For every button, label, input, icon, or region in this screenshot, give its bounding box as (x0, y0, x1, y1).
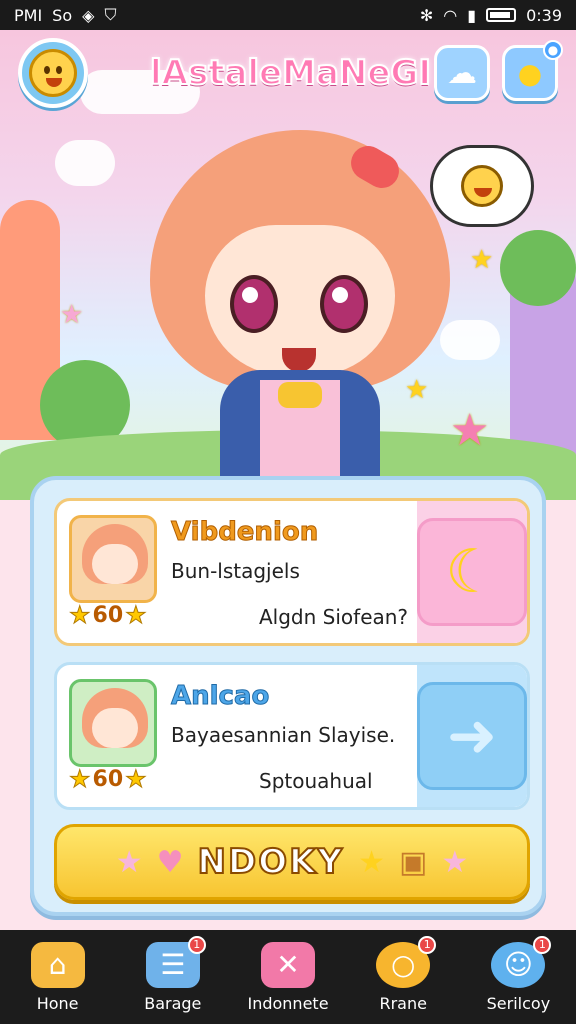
card-status: Algdn Siofean? (259, 605, 409, 629)
nav-label: Serilcoy (486, 993, 551, 1013)
card-action-area: ➜ (417, 665, 527, 807)
arrow-right-icon: ➜ (446, 701, 498, 771)
moon-button[interactable]: ☾ (417, 518, 527, 626)
close-box-icon: ✕ (261, 941, 315, 988)
card-subtitle: Bun-lstagjels (171, 559, 300, 583)
character-eye-right (320, 275, 368, 333)
character-list-panel: Vibdenion Bun-lstagjels Algdn Siofean? ★… (30, 476, 546, 916)
card-status: Sptouahual (259, 769, 373, 793)
nav-item-barage[interactable]: ☰ 1 Barage (115, 930, 230, 1024)
carrier-label: PMI (14, 5, 43, 25)
nav-item-home[interactable]: ⌂ Hone (0, 930, 115, 1024)
nav-badge: 1 (418, 935, 437, 954)
nav-badge: 1 (533, 935, 552, 954)
arrow-button[interactable]: ➜ (417, 682, 527, 790)
nav-label: Barage (144, 993, 202, 1013)
bluetooth-icon: ✻ (419, 5, 434, 25)
character-card[interactable]: Vibdenion Bun-lstagjels Algdn Siofean? ★… (54, 498, 530, 646)
bottom-navigation: ⌂ Hone ☰ 1 Barage ✕ Indonnete ○ 1 Rrane ☺ 1… (0, 930, 576, 1024)
inbox-icon: ☰ 1 (145, 935, 206, 988)
card-name: Anlcao (171, 681, 270, 712)
nav-label: Rrane (379, 993, 427, 1013)
app-title: lAstaleMaNeGI (149, 52, 432, 94)
notification-icon: ◈ (82, 5, 95, 25)
clock: 0:39 (526, 5, 562, 25)
wink-face-icon (29, 49, 77, 97)
barrel-icon: ▣ (399, 844, 428, 880)
nav-label: Indonnete (247, 993, 329, 1013)
status-bar: PMI So ◈ ⛉ ✻ ◠ ▮ 0:39 (0, 0, 576, 30)
chick-icon: ● (517, 56, 543, 90)
level-value: 60 (92, 602, 124, 628)
home-icon: ⌂ (30, 941, 85, 988)
heart-icon: ♥ (156, 844, 184, 880)
nav-label: Hone (36, 993, 79, 1013)
card-avatar (69, 679, 157, 767)
wifi-icon: ◠ (443, 5, 458, 25)
ghost-icon: ☁ (447, 55, 477, 91)
nav-item-serilcoy[interactable]: ☺ 1 Serilcoy (461, 930, 576, 1024)
character-bowtie (278, 382, 322, 408)
nav-badge: 1 (187, 935, 206, 954)
level-badge: ★ 60 ★ (69, 601, 148, 630)
moon-icon: ☾ (445, 537, 499, 607)
star-icon: ★ (69, 765, 91, 794)
star-icon: ★ (60, 300, 84, 330)
profile-button[interactable] (18, 38, 88, 108)
character-eye-left (230, 275, 278, 333)
smiley-icon: ☺ 1 (491, 935, 552, 988)
card-action-area: ☾ (417, 501, 527, 643)
card-avatar (69, 515, 157, 603)
level-badge: ★ 60 ★ (69, 765, 148, 794)
main-action-button[interactable]: ★ ♥ NDOKY ★ ▣ ★ (54, 824, 530, 900)
battery-icon (486, 8, 517, 22)
signal-icon: ▮ (467, 5, 477, 25)
speech-bubble[interactable] (430, 145, 534, 227)
shield-icon: ⛉ (104, 5, 117, 24)
card-name: Vibdenion (171, 517, 319, 548)
star-icon: ★ (441, 844, 469, 880)
star-icon: ★ (69, 601, 91, 630)
star-icon: ★ (470, 245, 494, 275)
cloud-face (55, 140, 115, 186)
happy-face-icon (461, 165, 503, 207)
tree (500, 230, 576, 306)
card-subtitle: Bayaesannian Slayise. (171, 723, 396, 747)
star-icon: ★ (125, 601, 147, 630)
main-action-label: NDOKY (197, 841, 345, 883)
nav-item-rrane[interactable]: ○ 1 Rrane (346, 930, 461, 1024)
pet-button[interactable]: ● ● (502, 40, 563, 101)
nav-item-indonnete[interactable]: ✕ Indonnete (230, 930, 345, 1024)
level-value: 60 (92, 766, 124, 792)
star-icon: ★ (450, 405, 490, 456)
star-icon: ★ (358, 844, 385, 880)
star-icon: ★ (115, 844, 143, 880)
chat-button[interactable]: ☁ (434, 45, 490, 101)
star-icon: ★ (125, 765, 147, 794)
notification-badge: ● (543, 40, 563, 60)
character-avatar[interactable] (150, 130, 450, 500)
search-ring-icon: ○ 1 (376, 935, 437, 988)
status-extra-label: So (52, 5, 73, 25)
top-bar: lAstaleMaNeGI ☁ ● ● (18, 38, 563, 108)
character-card[interactable]: Anlcao Bayaesannian Slayise. Sptouahual … (54, 662, 530, 810)
